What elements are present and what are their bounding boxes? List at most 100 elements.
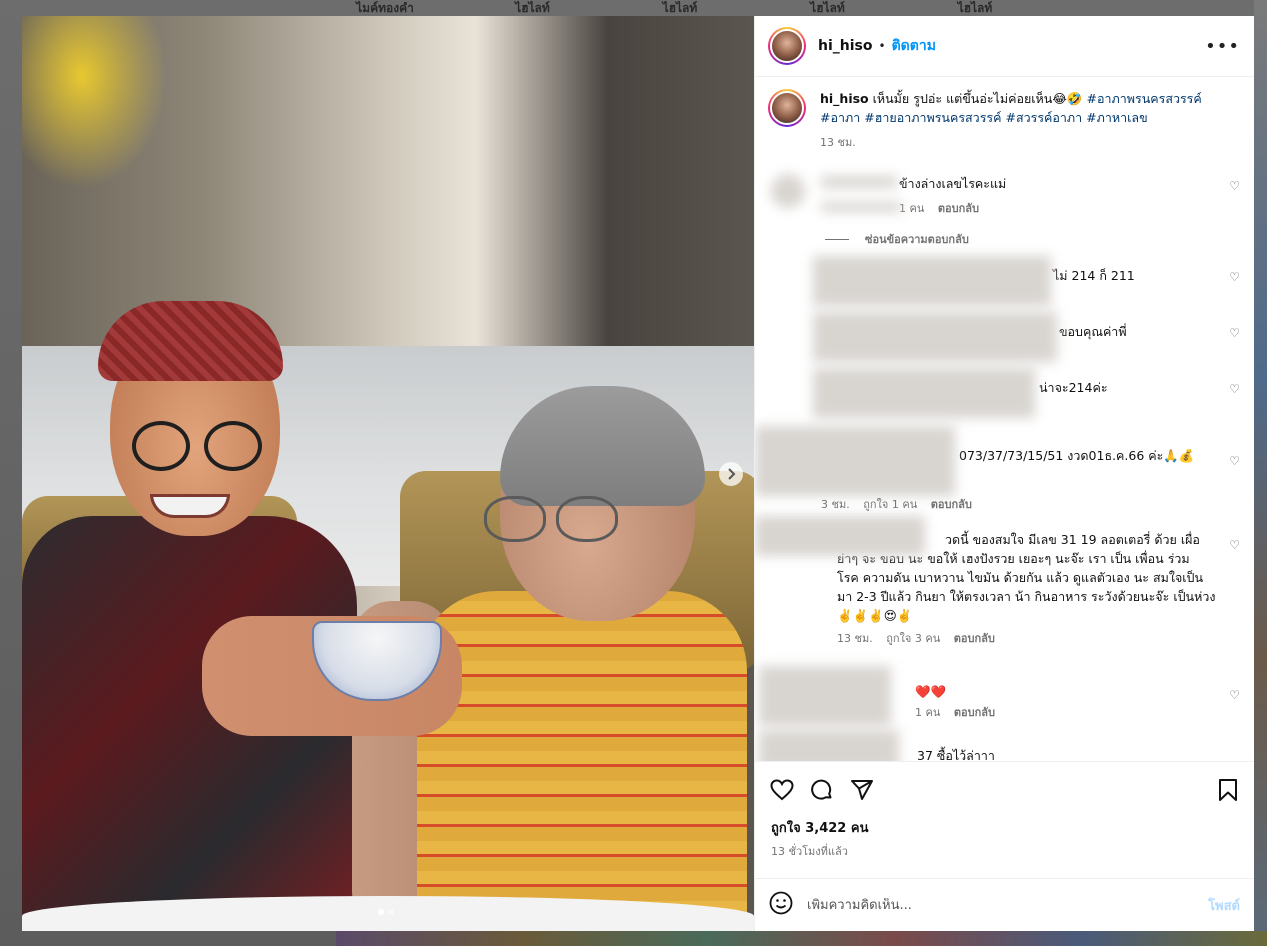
post-username[interactable]: hi_hiso bbox=[818, 38, 872, 54]
avatar[interactable] bbox=[768, 89, 806, 127]
blurred-meta bbox=[821, 202, 901, 212]
blurred-reply-header bbox=[813, 312, 1057, 362]
emoji-icon bbox=[769, 891, 793, 915]
post-photo bbox=[22, 16, 754, 931]
comment-text: 073/37/73/15/51 งวด01ธ.ค.66 ค่ะ🙏💰 bbox=[959, 448, 1195, 463]
comment-text-line: ✌️✌️✌️😍✌️ bbox=[837, 608, 913, 623]
hashtag-link[interactable]: #สวรรค์อาภา bbox=[1005, 110, 1082, 125]
heart-icon[interactable]: ♡ bbox=[1229, 538, 1240, 552]
chevron-right-icon bbox=[728, 468, 736, 480]
comment-time: 13 ชม. bbox=[837, 632, 873, 645]
comment-item: 37 ซื้อไว้ล่าาา bbox=[755, 730, 1254, 761]
reply-item: ขอบคุณค่าพี่ ♡ bbox=[755, 312, 1254, 368]
blurred-comment-header bbox=[759, 730, 899, 761]
caption-time: 13 ชม. bbox=[820, 136, 856, 149]
comment-text: 37 ซื้อไว้ล่าาา bbox=[917, 748, 995, 761]
comment-button[interactable] bbox=[810, 778, 834, 802]
save-button[interactable] bbox=[1216, 778, 1240, 802]
comment-item: ❤️❤️ 1 คน ตอบกลับ ♡ bbox=[755, 666, 1254, 730]
post-header: hi_hiso • ติดตาม ••• bbox=[755, 16, 1254, 77]
post-comment-button[interactable]: โพสต์ bbox=[1208, 895, 1240, 916]
more-options-icon[interactable]: ••• bbox=[1205, 36, 1240, 57]
background-tab: ไฮไลท์ bbox=[662, 1, 698, 15]
comment-text-line: มา 2-3 ปีแล้ว กินยา ให้ตรงเวลา น้า กินอา… bbox=[837, 589, 1216, 604]
heart-icon[interactable]: ♡ bbox=[1229, 326, 1240, 340]
blurred-comment-header bbox=[755, 516, 925, 556]
hashtag-link[interactable]: #อาภา bbox=[820, 110, 860, 125]
background-strip bbox=[1254, 0, 1267, 946]
comment-item: 073/37/73/15/51 งวด01ธ.ค.66 ค่ะ🙏💰 3 ชม. … bbox=[755, 426, 1254, 512]
hashtag-link[interactable]: #ภาหาเลข bbox=[1086, 110, 1147, 125]
hide-replies-button[interactable]: ซ่อนข้อความตอบกลับ bbox=[825, 230, 1254, 248]
heart-icon[interactable]: ♡ bbox=[1229, 454, 1240, 468]
carousel-dots bbox=[378, 909, 394, 915]
reply-item: ไม่ 214 ก็ 211 ♡ bbox=[755, 256, 1254, 312]
photo-person-right-glasses bbox=[484, 496, 629, 546]
reply-button[interactable]: ตอบกลับ bbox=[938, 202, 979, 215]
blurred-avatar bbox=[771, 174, 805, 208]
photo-person-left-smile bbox=[150, 494, 230, 518]
hide-replies-row: ซ่อนข้อความตอบกลับ bbox=[755, 230, 1254, 250]
comment-likes[interactable]: ถูกใจ 3 คน bbox=[886, 632, 940, 645]
photo-person-left-glasses bbox=[132, 421, 272, 476]
likes-count[interactable]: ถูกใจ 3,422 คน bbox=[755, 817, 1254, 838]
comment-likes[interactable]: 1 คน bbox=[899, 202, 924, 215]
carousel-dot bbox=[378, 909, 384, 915]
comment-likes[interactable]: 1 คน bbox=[915, 706, 940, 719]
comment-text: ไม่ 214 ก็ 211 bbox=[1053, 268, 1135, 283]
blurred-reply-header bbox=[813, 256, 1051, 306]
heart-icon[interactable]: ♡ bbox=[1229, 179, 1240, 193]
reply-item: น่าจะ214ค่ะ ♡ bbox=[755, 368, 1254, 424]
reply-button[interactable]: ตอบกลับ bbox=[954, 632, 995, 645]
heart-icon[interactable]: ♡ bbox=[1229, 688, 1240, 702]
post-side-panel: hi_hiso • ติดตาม ••• hi_hiso เห็นมั้ย รู… bbox=[754, 16, 1254, 931]
comment-input[interactable] bbox=[807, 897, 1209, 913]
heart-icon[interactable]: ♡ bbox=[1229, 382, 1240, 396]
follow-button[interactable]: ติดตาม bbox=[892, 35, 936, 57]
comment-text: ขอบคุณค่าพี่ bbox=[1059, 324, 1127, 339]
blurred-comment-header bbox=[759, 666, 891, 726]
post-time-ago: 13 ชั่วโมงที่แล้ว bbox=[771, 845, 848, 858]
background-tabs: ไมค์ทองคำ ไฮไลท์ ไฮไลท์ ไฮไลท์ ไฮไลท์ bbox=[330, 0, 1030, 16]
comment-likes[interactable]: ถูกใจ 1 คน bbox=[863, 498, 917, 511]
blurred-username bbox=[821, 176, 897, 188]
background-strip bbox=[336, 931, 1267, 946]
caption-text: เห็นมั้ย รูปอ่ะ แต่ขึ้นอ่ะไม่ค่อยเห็น😂🤣 bbox=[868, 91, 1087, 106]
share-button[interactable] bbox=[850, 778, 874, 802]
comment-icon bbox=[811, 779, 832, 800]
background-tab: ไฮไลท์ bbox=[957, 1, 993, 15]
next-photo-button[interactable] bbox=[719, 462, 743, 486]
post-caption: hi_hiso เห็นมั้ย รูปอ่ะ แต่ขึ้นอ่ะไม่ค่อ… bbox=[755, 77, 1254, 152]
caption-username[interactable]: hi_hiso bbox=[820, 91, 869, 106]
background-tab: ไฮไลท์ bbox=[515, 1, 550, 15]
comments-list[interactable]: hi_hiso เห็นมั้ย รูปอ่ะ แต่ขึ้นอ่ะไม่ค่อ… bbox=[755, 77, 1254, 761]
comment-text: ข้างล่างเลขไรคะแม่ bbox=[899, 176, 1007, 191]
comment-text: ❤️❤️ bbox=[915, 684, 947, 699]
photo-person-left-headscarf bbox=[98, 301, 283, 381]
add-comment-bar: โพสต์ bbox=[755, 878, 1254, 931]
photo-person-right-body bbox=[417, 591, 747, 931]
hashtag-link[interactable]: #ฮายอาภาพรนครสวรรค์ bbox=[864, 110, 1001, 125]
background-tab: ไมค์ทองคำ bbox=[356, 1, 414, 15]
comment-time: 3 ชม. bbox=[821, 498, 850, 511]
carousel-dot bbox=[388, 909, 394, 915]
comment-text: น่าจะ214ค่ะ bbox=[1039, 380, 1108, 395]
blurred-reply-header bbox=[813, 368, 1035, 418]
bookmark-icon bbox=[1219, 778, 1237, 801]
blurred-comment-header bbox=[755, 426, 955, 496]
comment-item: วดนี้ ของสมใจ มีเลข 31 19 ลอตเตอรี่ ด้วย… bbox=[755, 516, 1254, 666]
reply-button[interactable]: ตอบกลับ bbox=[931, 498, 972, 511]
hashtag-link[interactable]: #อาภาพรนครสวรรค์ bbox=[1086, 91, 1201, 106]
heart-icon bbox=[770, 778, 794, 800]
reply-button[interactable]: ตอบกลับ bbox=[954, 706, 995, 719]
like-button[interactable] bbox=[770, 778, 794, 802]
background-tab: ไฮไลท์ bbox=[810, 1, 845, 15]
comment-item: ข้างล่างเลขไรคะแม่ 1 คน ตอบกลับ ♡ bbox=[755, 174, 1254, 222]
comment-text-line: โรค ความดัน เบาหวาน ไขมัน ด้วยกัน แล้ว ด… bbox=[837, 570, 1204, 585]
post-actions bbox=[755, 761, 1254, 817]
separator-dot: • bbox=[878, 39, 886, 53]
send-icon bbox=[851, 779, 873, 800]
avatar[interactable] bbox=[768, 27, 806, 65]
heart-icon[interactable]: ♡ bbox=[1229, 270, 1240, 284]
emoji-button[interactable] bbox=[769, 891, 793, 919]
